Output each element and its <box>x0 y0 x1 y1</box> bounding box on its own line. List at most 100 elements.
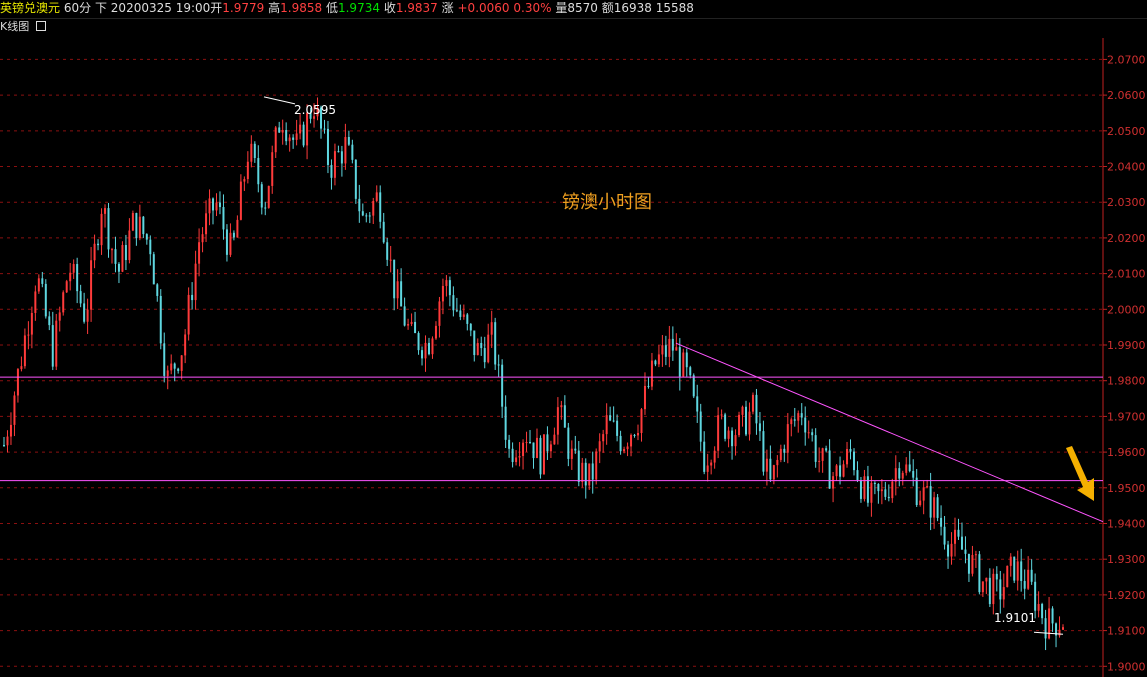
candle-body <box>410 321 413 325</box>
y-tick-label: 1.9800 <box>1107 375 1146 388</box>
candle-body <box>431 338 434 355</box>
candle-body <box>414 321 417 334</box>
candle-body <box>678 347 681 377</box>
candle-body <box>689 367 692 376</box>
candle-body <box>86 309 89 322</box>
candle-body <box>292 137 295 140</box>
candle-body <box>400 281 403 307</box>
candle-body <box>403 306 406 326</box>
candle-body <box>762 431 765 472</box>
candle-body <box>212 198 215 211</box>
candle-body <box>76 264 79 292</box>
candle-body <box>612 420 615 422</box>
candle-body <box>877 483 880 492</box>
candle-body <box>382 221 385 243</box>
candle-body <box>978 554 981 593</box>
candle-body <box>790 419 793 425</box>
candle-body <box>177 368 180 371</box>
candle-body <box>333 151 336 178</box>
candle-body <box>97 243 100 246</box>
candle-body <box>727 430 730 439</box>
candle-body <box>490 322 493 335</box>
trend-line <box>675 342 1104 523</box>
candle-body <box>1016 561 1019 581</box>
candle-body <box>940 517 943 527</box>
candle-body <box>654 360 657 365</box>
candle-body <box>828 450 831 489</box>
candle-body <box>832 476 835 489</box>
y-tick-label: 2.0600 <box>1107 89 1146 102</box>
candle-body <box>243 179 246 182</box>
candle-body <box>379 192 382 222</box>
candle-body <box>532 442 535 459</box>
candle-body <box>936 497 939 518</box>
y-tick-label: 1.9500 <box>1107 482 1146 495</box>
candle-body <box>421 350 424 359</box>
candle-body <box>16 369 19 396</box>
candle-body <box>626 446 629 450</box>
candle-body <box>1044 618 1047 639</box>
candle-body <box>135 213 138 239</box>
candle-body <box>776 459 779 466</box>
candle-body <box>396 281 399 299</box>
y-tick-label: 2.0300 <box>1107 196 1146 209</box>
candle-body <box>306 112 309 146</box>
candle-body <box>302 124 305 146</box>
candle-body <box>692 375 695 397</box>
candle-body <box>859 480 862 499</box>
candle-body <box>72 264 75 273</box>
candle-body <box>825 448 828 451</box>
candle-body <box>1051 608 1054 624</box>
candle-body <box>839 465 842 477</box>
candle-body <box>62 292 65 313</box>
candle-body <box>347 137 350 145</box>
candle-body <box>856 470 859 481</box>
candle-body <box>741 406 744 415</box>
candle-body <box>731 430 734 447</box>
candle-body <box>239 181 242 220</box>
candle-body <box>954 529 957 544</box>
candle-body <box>323 128 326 130</box>
candle-body <box>717 415 720 451</box>
candle-body <box>992 573 995 605</box>
candle-body <box>246 161 249 180</box>
candle-body <box>563 405 566 428</box>
candle-body <box>964 549 967 554</box>
candle-body <box>285 130 288 142</box>
candle-body <box>274 127 277 153</box>
candle-body <box>1013 556 1016 581</box>
candle-body <box>943 526 946 545</box>
candle-body <box>361 211 364 216</box>
candle-body <box>466 314 469 324</box>
candle-body <box>3 444 5 446</box>
candle-body <box>232 232 235 238</box>
candle-body <box>344 137 347 164</box>
candle-body <box>441 285 444 302</box>
candle-body <box>117 263 120 272</box>
candle-body <box>880 489 883 492</box>
candle-body <box>93 243 96 261</box>
candle-body <box>1009 556 1012 566</box>
y-tick-label: 1.9100 <box>1107 625 1146 638</box>
candle-body <box>208 198 211 214</box>
candle-body <box>299 124 302 134</box>
candle-body <box>915 477 918 506</box>
candle-body <box>769 458 772 480</box>
candle-body <box>253 143 256 159</box>
candle-body <box>79 291 82 304</box>
candle-body <box>846 448 849 465</box>
candle-body <box>738 414 741 436</box>
candle-body <box>734 435 737 447</box>
candle-body <box>588 463 591 486</box>
candle-body <box>995 573 998 580</box>
y-tick-label: 2.0500 <box>1107 125 1146 138</box>
candle-body <box>225 229 228 255</box>
y-tick-label: 2.0400 <box>1107 161 1146 174</box>
kline-chart[interactable]: 2.0700 2.0600 2.0500 2.0400 2.0300 2.0200 2.01… <box>0 0 1147 677</box>
candle-body <box>529 442 532 444</box>
candle-body <box>525 442 528 444</box>
candle-body <box>971 555 974 574</box>
candle-body <box>180 355 183 371</box>
candle-body <box>473 330 476 356</box>
candle-body <box>9 424 12 437</box>
